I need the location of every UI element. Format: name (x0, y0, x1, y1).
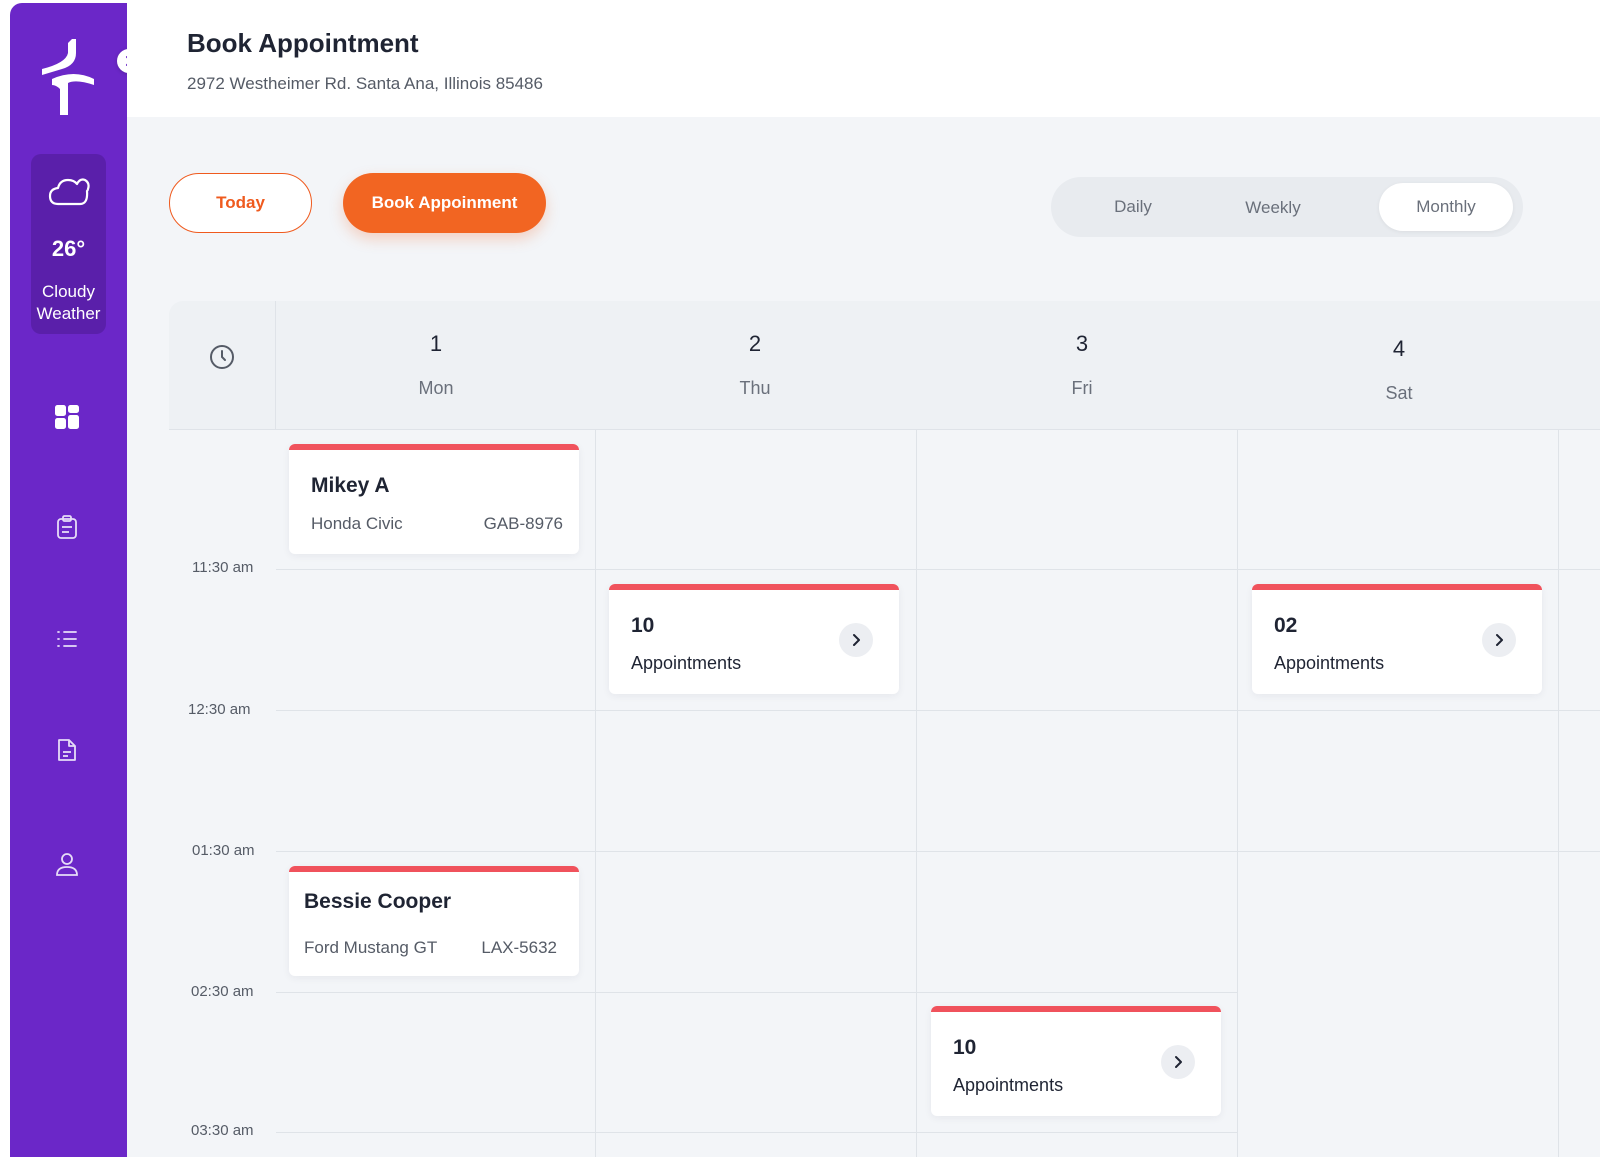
grid-line (276, 1132, 1238, 1133)
card-accent-bar (931, 1006, 1221, 1012)
view-toggle: Daily Weekly Monthly (1051, 177, 1523, 237)
grid-line (276, 851, 1600, 852)
appointment-count-label: Appointments (631, 653, 742, 673)
view-daily[interactable]: Daily (1071, 183, 1195, 231)
customer-name: Bessie Cooper (304, 890, 452, 913)
cloud-icon (48, 178, 90, 206)
weather-temperature: 26° (51, 236, 86, 261)
appointment-card[interactable]: Bessie Cooper Ford Mustang GT LAX-5632 (289, 866, 579, 976)
appointment-card[interactable]: Mikey A Honda Civic GAB-8976 (289, 444, 579, 554)
license-plate: LAX-5632 (481, 938, 557, 957)
user-icon[interactable] (53, 850, 81, 878)
grid-line (916, 430, 917, 1157)
car-model: Honda Civic (311, 514, 403, 533)
main-content: Today Book Appoinment Daily Weekly Month… (127, 117, 1600, 1157)
list-icon[interactable] (53, 625, 81, 653)
day-header-sat[interactable]: 4 Sat (1239, 301, 1559, 430)
card-accent-bar (289, 866, 579, 872)
appointment-group-card[interactable]: 10 Appointments (609, 584, 899, 694)
view-monthly[interactable]: Monthly (1379, 183, 1513, 231)
open-group-button[interactable] (1482, 623, 1516, 657)
time-column-header (169, 301, 276, 430)
appointment-count: 10 (631, 614, 655, 637)
time-label: 03:30 am (191, 1122, 254, 1139)
page-title: Book Appointment (187, 28, 419, 58)
brand-logo (42, 39, 94, 115)
clock-icon (210, 345, 234, 369)
chevron-right-icon (1496, 634, 1503, 646)
sidebar: 26° Cloudy Weather (10, 3, 127, 1157)
time-label: 11:30 am (192, 559, 254, 576)
license-plate: GAB-8976 (483, 514, 563, 533)
grid-line (1237, 430, 1238, 1157)
grid-line (276, 992, 1238, 993)
dashboard-icon[interactable] (53, 403, 81, 431)
page-header: Book Appointment 2972 Westheimer Rd. San… (127, 0, 1600, 117)
view-weekly[interactable]: Weekly (1211, 184, 1335, 232)
grid-line (595, 430, 596, 1157)
time-label: 01:30 am (192, 842, 255, 859)
chevron-right-icon (853, 634, 860, 646)
page-address: 2972 Westheimer Rd. Santa Ana, Illinois … (187, 74, 543, 93)
document-icon[interactable] (53, 736, 81, 764)
day-header-thu[interactable]: 2 Thu (595, 301, 915, 430)
appointment-group-card[interactable]: 02 Appointments (1252, 584, 1542, 694)
day-header-mon[interactable]: 1 Mon (276, 301, 596, 430)
appointment-count: 10 (953, 1036, 977, 1059)
appointment-group-card[interactable]: 10 Appointments (931, 1006, 1221, 1116)
appointment-count: 02 (1274, 614, 1298, 637)
chevron-right-icon (1175, 1056, 1182, 1068)
clipboard-icon[interactable] (53, 513, 81, 541)
weather-condition: Cloudy Weather (36, 282, 101, 323)
car-model: Ford Mustang GT (304, 938, 438, 957)
appointment-count-label: Appointments (953, 1075, 1064, 1095)
open-group-button[interactable] (1161, 1045, 1195, 1079)
grid-line (1558, 430, 1559, 1157)
today-button[interactable]: Today (169, 173, 312, 233)
day-header-fri[interactable]: 3 Fri (917, 301, 1247, 430)
time-label: 12:30 am (188, 701, 251, 718)
weather-widget: 26° Cloudy Weather (31, 154, 106, 334)
calendar-grid: 1 Mon 2 Thu 3 Fri 4 Sat 11:30 am 12:30 a… (169, 301, 1600, 1157)
card-accent-bar (289, 444, 579, 450)
grid-line (276, 710, 1600, 711)
time-label: 02:30 am (191, 983, 254, 1000)
calendar-header: 1 Mon 2 Thu 3 Fri 4 Sat (169, 301, 1600, 430)
customer-name: Mikey A (311, 474, 390, 497)
book-appointment-button[interactable]: Book Appoinment (343, 173, 546, 233)
grid-line (276, 569, 1600, 570)
card-accent-bar (1252, 584, 1542, 590)
card-accent-bar (609, 584, 899, 590)
appointment-count-label: Appointments (1274, 653, 1385, 673)
open-group-button[interactable] (839, 623, 873, 657)
